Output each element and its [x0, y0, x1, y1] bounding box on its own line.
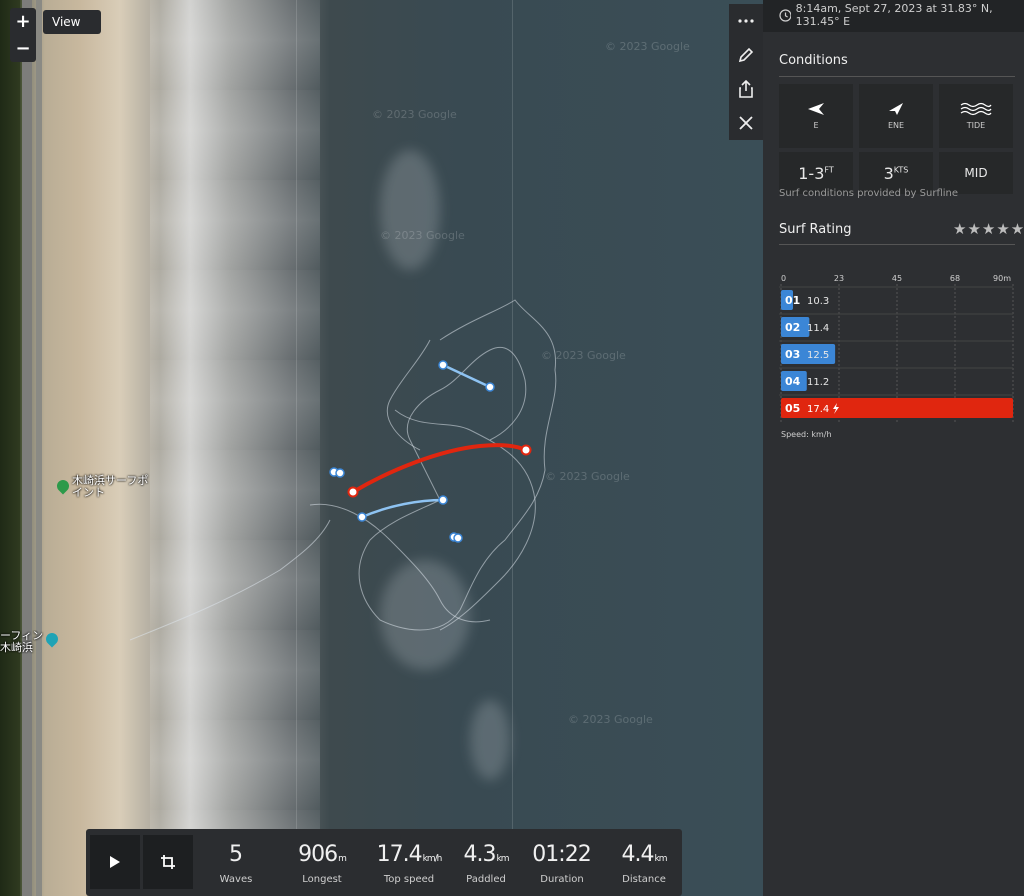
wave-end-marker [485, 382, 495, 392]
wind-speed-unit: KTS [893, 165, 909, 175]
tide-label: TIDE [966, 121, 986, 130]
wave-number: 05 [785, 402, 800, 415]
play-icon [110, 856, 120, 868]
view-dropdown[interactable]: View [43, 10, 101, 34]
paddle-track [386, 339, 431, 451]
stat-label: Distance [622, 874, 666, 885]
tide-waves-icon [960, 102, 992, 116]
axis-tick-label: 90m [993, 274, 1011, 283]
paddle-track [129, 519, 331, 641]
session-stats-bar: 5 Waves 906m Longest 17.4km/h Top speed … [86, 829, 682, 896]
wind-direction: ENE [887, 121, 905, 130]
top-wave-track [351, 443, 527, 494]
crop-icon [161, 855, 175, 869]
play-button[interactable] [90, 835, 140, 889]
session-tracks [129, 299, 557, 641]
wave-speed: 12.5 [807, 350, 829, 361]
stat-label: Top speed [383, 874, 435, 885]
paddle-track [358, 299, 557, 631]
stat-value: 5 [229, 842, 243, 867]
axis-tick-label: 45 [892, 274, 902, 283]
wave-speed: 11.2 [807, 377, 829, 388]
zoom-in-button[interactable]: + [10, 8, 36, 35]
stat-paddled: 4.3km Paddled [450, 842, 522, 886]
stat-value: 906 [298, 842, 338, 867]
stat-unit: m [338, 854, 347, 864]
wave-end-marker [335, 468, 345, 478]
conditions-source: Surf conditions provided by Surfline [779, 188, 959, 199]
session-details-panel: 8:14am, Sept 27, 2023 at 31.83° N, 131.4… [763, 0, 1024, 896]
divider [779, 76, 1015, 77]
paddle-track [394, 409, 536, 631]
map-view[interactable]: © 2023 Google © 2023 Google © 2023 Googl… [0, 0, 763, 896]
wave-length-chart: 0 23 45 68 90m 01 10.3 02 11.4 03 12.5 04 11.2 05 17.4 [779, 274, 1014, 422]
timestamp-row: 8:14am, Sept 27, 2023 at 31.83° N, 131.4… [779, 2, 1024, 28]
wave-number: 03 [785, 348, 800, 361]
more-icon[interactable] [729, 4, 763, 38]
conditions-grid: E ENE TIDE 1-3FT 3KTS MID [779, 84, 1015, 194]
stat-unit: km [654, 854, 668, 864]
swell-height-value: 1-3 [798, 163, 825, 183]
tide-value: MID [964, 166, 988, 180]
zoom-out-button[interactable]: − [10, 35, 36, 62]
pencil-icon[interactable] [729, 38, 763, 72]
axis-tick-label: 23 [834, 274, 844, 283]
stat-distance: 4.4km Distance [608, 842, 680, 886]
divider [779, 244, 1015, 245]
poi-label[interactable]: ーフィン木崎浜 [0, 630, 44, 654]
stat-unit: km [496, 854, 510, 864]
swell-direction-cell: E [779, 84, 853, 148]
stat-top-speed: 17.4km/h Top speed [368, 842, 450, 886]
timestamp-text: 8:14am, Sept 27, 2023 at 31.83° N, 131.4… [795, 2, 993, 28]
stat-value: 17.4 [376, 842, 423, 867]
swell-direction: E [813, 121, 819, 130]
map-toolbar [729, 4, 763, 140]
crop-button[interactable] [143, 835, 193, 889]
top-wave-end-marker [520, 444, 532, 456]
speed-unit-note: Speed: km/h [781, 430, 832, 439]
tide-cell: TIDE [939, 84, 1013, 148]
wave-number: 04 [785, 375, 801, 388]
wave-end-marker [453, 533, 463, 543]
stat-duration: 01:22 Duration [524, 842, 600, 886]
swell-arrow-icon [808, 103, 824, 115]
stat-value: 4.4 [621, 842, 655, 867]
stat-label: Duration [540, 874, 584, 885]
wave-track [361, 498, 444, 519]
close-icon[interactable] [729, 106, 763, 140]
wave-end-marker [438, 495, 448, 505]
stat-value: 01:22 [532, 842, 591, 867]
axis-tick-label: 68 [950, 274, 960, 283]
poi-label[interactable]: 木崎浜サーフポイント [72, 475, 152, 499]
stat-label: Waves [219, 874, 253, 885]
top-wave-start-marker [347, 486, 359, 498]
clock-icon [779, 8, 791, 22]
wave-chart: 0 23 45 68 90m 01 10.3 02 11.4 03 12.5 04 11.2 05 17.4 [779, 270, 1015, 429]
stat-unit: km/h [422, 854, 443, 864]
stat-waves: 5 Waves [202, 842, 270, 886]
wave-speed: 11.4 [807, 323, 829, 334]
stat-label: Paddled [466, 874, 506, 885]
wave-start-marker [357, 512, 367, 522]
wave-start-marker [438, 360, 448, 370]
stat-value: 4.3 [463, 842, 497, 867]
share-icon[interactable] [729, 72, 763, 106]
wind-arrow-icon [889, 103, 903, 115]
wave-number: 02 [785, 321, 800, 334]
wind-direction-cell: ENE [859, 84, 933, 148]
surf-rating-stars[interactable]: ★★★★★ [953, 220, 1024, 238]
wave-speed: 17.4 [807, 404, 829, 415]
axis-tick-label: 0 [781, 274, 786, 283]
wave-number: 01 [785, 294, 800, 307]
zoom-control: + − [10, 8, 36, 62]
conditions-heading: Conditions [779, 53, 848, 68]
wind-speed-value: 3 [883, 163, 894, 183]
swell-height-unit: FT [824, 165, 834, 175]
wave-speed: 10.3 [807, 296, 829, 307]
surf-rating-heading: Surf Rating [779, 222, 852, 237]
stat-label: Longest [302, 874, 342, 885]
stat-longest: 906m Longest [282, 842, 362, 886]
